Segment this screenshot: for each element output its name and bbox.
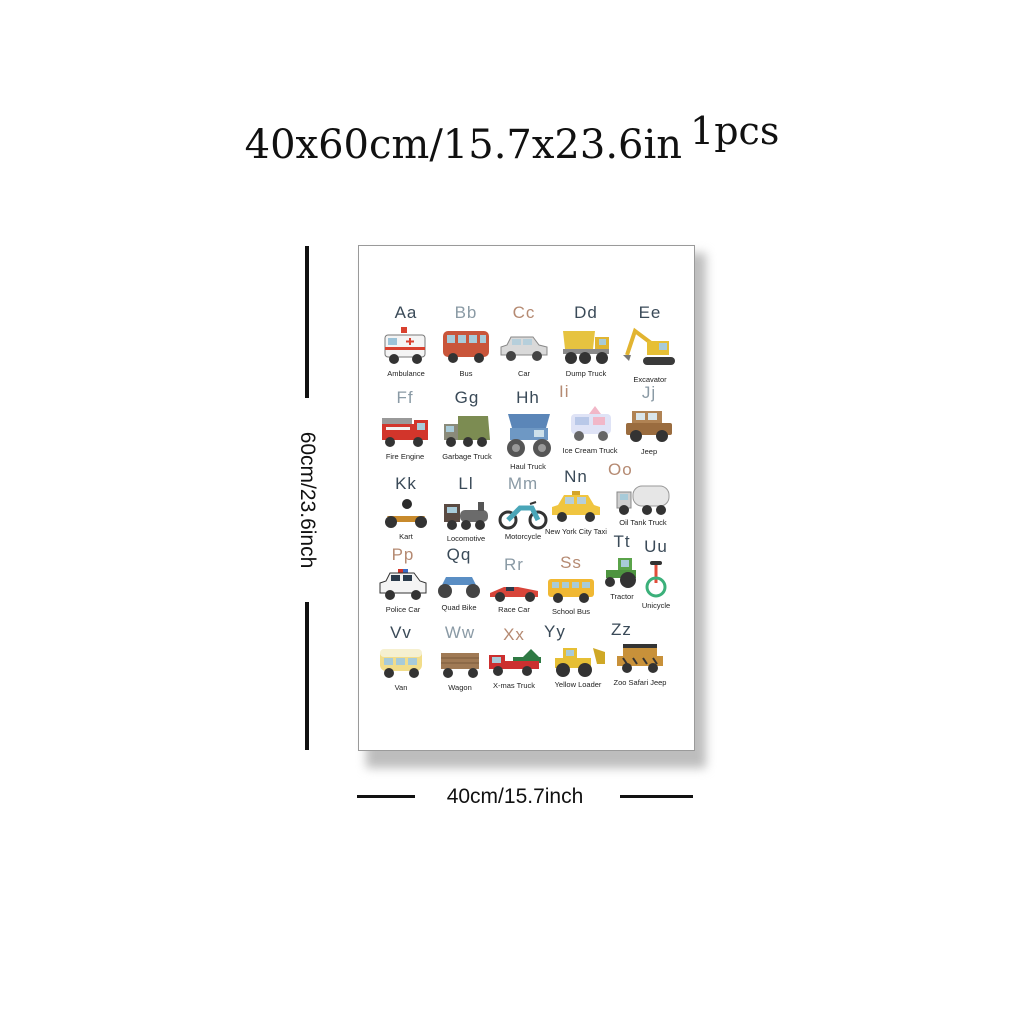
item-name: Fire Engine [385,452,425,461]
school-bus-icon [548,579,594,603]
quantity-label: 1pcs [690,109,780,153]
poster-item-kart: Kk Kart [373,474,439,542]
poster-item-yellow-loader: Yy Yellow Loader [538,622,618,690]
item-letter: Yy [544,622,566,641]
item-letter: Uu [644,537,668,556]
item-name: Ice Cream Truck [562,446,618,455]
xmas-truck-icon [489,649,541,676]
poster-item-ambulance: Aa Ambulance [373,303,439,379]
poster-item-jeep: Jj Jeep [616,383,682,457]
item-name: Van [394,683,408,692]
poster-item-garbage-truck: Gg Garbage Truck [434,388,500,462]
item-name: Bus [459,369,473,378]
poster-item-zoo-safari-jeep: Zz Zoo Safari Jeep [607,620,673,688]
height-dimension-line-top [305,246,309,398]
item-letter: Vv [390,623,412,642]
taxi-icon [552,491,600,522]
item-letter: Bb [454,303,478,322]
height-dimension-line-bottom [305,602,309,750]
unicycle-icon [645,561,667,598]
quad-bike-icon [438,577,480,598]
van-icon [380,649,422,678]
height-label: 60cm/23.6inch [296,431,319,569]
bus-icon [443,331,489,363]
poster-item-bus: Bb Bus [433,303,499,379]
item-letter: Dd [574,303,598,322]
poster-item-unicycle: Uu Unicycle [623,537,689,611]
oil-tank-truck-icon [616,485,670,515]
ice-cream-truck-icon [571,406,611,441]
car-icon [500,336,548,361]
police-car-icon [379,569,427,600]
poster-item-car: Cc Car [491,303,557,379]
poster-item-excavator: Ee Excavator [617,303,683,385]
item-letter: Zz [611,620,632,639]
locomotive-icon [444,502,488,530]
item-letter: Ff [396,388,414,407]
item-letter: Jj [641,383,657,402]
width-label: 40cm/15.7inch [446,785,584,808]
garbage-truck-icon [444,416,490,447]
width-dimension-line-right [620,795,693,798]
product-title: 40x60cm/15.7x23.6in 1pcs [0,109,1024,168]
item-name: Zoo Safari Jeep [613,678,667,687]
poster-item-ice-cream-truck: Ii Ice Cream Truck [557,382,623,456]
item-name: Dump Truck [565,369,607,378]
item-name: School Bus [552,607,590,616]
fire-engine-icon [382,418,428,447]
item-letter: Ee [638,303,662,322]
item-name: Unicycle [641,601,671,610]
item-name: Car [517,369,531,378]
ambulance-icon [384,327,426,364]
item-letter: Hh [516,388,540,407]
item-name: Jeep [640,447,658,456]
loader-icon [555,648,605,677]
size-label: 40x60cm/15.7x23.6in [244,122,683,168]
item-name: Oil Tank Truck [619,518,667,527]
poster-item-oil-tank-truck: Oo Oil Tank Truck [608,460,678,528]
excavator-icon [623,327,675,365]
poster-item-van: Vv Van [368,623,434,693]
item-letter: Gg [454,388,480,407]
item-name: Ambulance [387,369,425,378]
poster-item-dump-truck: Dd Dump Truck [553,303,619,379]
dump-truck-icon [563,331,609,364]
safari-jeep-icon [617,644,663,673]
item-letter: Oo [608,460,633,479]
width-dimension-line-left [357,795,415,798]
item-letter: Cc [512,303,536,322]
item-letter: Ii [559,382,570,401]
poster-item-fire-engine: Ff Fire Engine [372,388,438,462]
wagon-icon [441,653,479,678]
motorcycle-icon [498,501,548,530]
item-name: Kart [399,532,413,541]
poster-item-taxi: Nn New York City Taxi [543,467,609,537]
poster-item-haul-truck: Hh Haul Truck [495,388,561,472]
item-name: Yellow Loader [554,680,602,689]
kart-icon [385,499,427,528]
jeep-icon [626,411,672,442]
item-letter: Nn [564,467,588,486]
item-name: Garbage Truck [442,452,492,461]
item-letter: Aa [394,303,418,322]
haul-truck-icon [507,414,551,457]
race-car-icon [490,587,538,602]
item-letter: Kk [395,474,417,493]
